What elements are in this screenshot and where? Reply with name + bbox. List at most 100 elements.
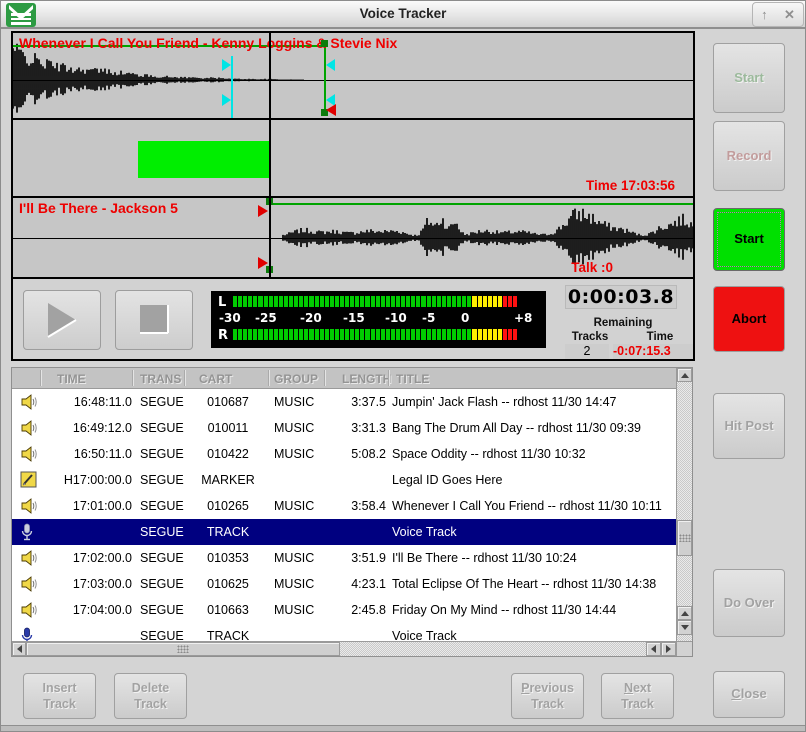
scroll-right-button[interactable] bbox=[661, 642, 676, 656]
remaining-tracks-label: Tracks bbox=[565, 331, 615, 343]
previous-track-button[interactable]: Previous Track bbox=[511, 673, 584, 719]
log-table: TIME TRANS CART GROUP LENGTH TITLE 16:48… bbox=[11, 367, 693, 657]
vu-segment bbox=[269, 329, 273, 340]
do-over-button[interactable]: Do Over bbox=[713, 569, 785, 637]
cell-title: Friday On My Mind -- rdhost 11/30 14:44 bbox=[392, 603, 616, 617]
right-arrow-icon bbox=[666, 645, 671, 653]
log-row[interactable]: 17:02:00.0SEGUE010353MUSIC3:51.9I'll Be … bbox=[12, 545, 676, 571]
track3-start-triangle-top[interactable] bbox=[258, 205, 268, 217]
vu-segment bbox=[279, 329, 283, 340]
track1-fade-triangle-top[interactable] bbox=[222, 59, 231, 71]
scroll-up-button[interactable] bbox=[677, 368, 692, 382]
hit-post-button[interactable]: Hit Post bbox=[713, 393, 785, 459]
log-row[interactable]: H17:00:00.0SEGUEMARKERLegal ID Goes Here bbox=[12, 467, 676, 493]
col-length[interactable]: LENGTH bbox=[342, 372, 391, 386]
cell-trans: SEGUE bbox=[140, 629, 184, 641]
cell-length: 2:45.8 bbox=[328, 603, 386, 617]
scroll-up-button2[interactable] bbox=[677, 606, 692, 620]
col-group[interactable]: GROUP bbox=[274, 372, 318, 386]
vu-segment bbox=[355, 329, 359, 340]
cell-trans: SEGUE bbox=[140, 577, 184, 591]
vu-segment bbox=[427, 296, 431, 307]
close-icon[interactable]: ✕ bbox=[784, 8, 795, 21]
vu-segment bbox=[325, 296, 329, 307]
track1-marker-handle-top[interactable] bbox=[321, 40, 328, 47]
cell-cart: 010265 bbox=[188, 499, 268, 513]
vu-segment bbox=[411, 296, 415, 307]
vu-segment bbox=[309, 296, 313, 307]
vu-segment bbox=[498, 329, 502, 340]
vu-segment bbox=[462, 296, 466, 307]
log-row[interactable]: 16:49:12.0SEGUE010011MUSIC3:31.3Bang The… bbox=[12, 415, 676, 441]
thumb-grip bbox=[679, 534, 691, 542]
vu-segment bbox=[355, 296, 359, 307]
cell-group: MUSIC bbox=[274, 499, 314, 513]
maximize-icon[interactable]: ↑ bbox=[761, 8, 768, 21]
vu-segment bbox=[330, 329, 334, 340]
hscroll-thumb[interactable] bbox=[26, 642, 340, 656]
insert-track-label2: Track bbox=[43, 696, 76, 712]
vu-segment bbox=[238, 296, 242, 307]
vertical-scrollbar[interactable] bbox=[676, 368, 692, 641]
start-button-disabled[interactable]: Start bbox=[713, 43, 785, 113]
delete-track-button[interactable]: Delete Track bbox=[114, 673, 187, 719]
playhead-cursor[interactable] bbox=[269, 33, 271, 279]
scroll-left-button2[interactable] bbox=[646, 642, 661, 656]
col-cart[interactable]: CART bbox=[199, 372, 232, 386]
vu-segment bbox=[304, 329, 308, 340]
col-trans[interactable]: TRANS bbox=[140, 372, 181, 386]
cell-title: Bang The Drum All Day -- rdhost 11/30 09… bbox=[392, 421, 641, 435]
track1-fade-line[interactable] bbox=[231, 56, 233, 118]
col-time[interactable]: TIME bbox=[57, 372, 86, 386]
track1-fade-triangle-bottom[interactable] bbox=[222, 94, 231, 106]
vu-segment bbox=[264, 296, 268, 307]
vu-segment bbox=[304, 296, 308, 307]
log-row[interactable]: 16:50:11.0SEGUE010422MUSIC5:08.2Space Od… bbox=[12, 441, 676, 467]
cell-group: MUSIC bbox=[274, 577, 314, 591]
cell-time: 16:50:11.0 bbox=[40, 447, 132, 461]
next-track-button[interactable]: Next Track bbox=[601, 673, 674, 719]
start-button-label: Start bbox=[734, 231, 764, 248]
vu-segment bbox=[279, 296, 283, 307]
vu-segment bbox=[386, 329, 390, 340]
log-row[interactable]: 17:01:00.0SEGUE010265MUSIC3:58.4Whenever… bbox=[12, 493, 676, 519]
track3-start-triangle-bottom[interactable] bbox=[258, 257, 268, 269]
cell-cart: 010687 bbox=[188, 395, 268, 409]
start-button-active[interactable]: Start bbox=[713, 208, 785, 271]
stop-button[interactable] bbox=[115, 290, 193, 350]
abort-button[interactable]: Abort bbox=[713, 286, 785, 352]
record-button[interactable]: Record bbox=[713, 121, 785, 191]
log-row[interactable]: SEGUETRACKVoice Track bbox=[12, 623, 676, 641]
vu-segment bbox=[452, 329, 456, 340]
voicetrack-region[interactable] bbox=[138, 141, 269, 178]
track1-fadeout-triangle-top[interactable] bbox=[326, 59, 335, 71]
log-row[interactable]: 17:04:00.0SEGUE010663MUSIC2:45.8Friday O… bbox=[12, 597, 676, 623]
vu-segment bbox=[294, 296, 298, 307]
vu-segment bbox=[289, 329, 293, 340]
vu-segment bbox=[442, 296, 446, 307]
vu-tick-label: -15 bbox=[343, 311, 365, 325]
scrollbar-corner bbox=[676, 641, 692, 656]
cell-cart: 010011 bbox=[188, 421, 268, 435]
vu-segment bbox=[258, 329, 262, 340]
log-row[interactable]: SEGUETRACKVoice Track bbox=[12, 519, 676, 545]
play-button[interactable] bbox=[23, 290, 101, 350]
vu-segment bbox=[421, 296, 425, 307]
vscroll-thumb[interactable] bbox=[677, 520, 692, 556]
scroll-down-button[interactable] bbox=[677, 620, 692, 635]
col-title[interactable]: TITLE bbox=[396, 372, 429, 386]
column-separator bbox=[388, 370, 389, 386]
track1-end-triangle[interactable] bbox=[326, 104, 336, 116]
log-row[interactable]: 16:48:11.0SEGUE010687MUSIC3:37.5Jumpin' … bbox=[12, 389, 676, 415]
vu-segment bbox=[401, 329, 405, 340]
log-row[interactable]: 17:03:00.0SEGUE010625MUSIC4:23.1Total Ec… bbox=[12, 571, 676, 597]
column-separator bbox=[268, 370, 269, 386]
vu-segment bbox=[432, 329, 436, 340]
horizontal-scrollbar[interactable] bbox=[12, 641, 676, 656]
cell-cart: MARKER bbox=[188, 473, 268, 487]
scroll-left-button[interactable] bbox=[12, 642, 26, 656]
cell-group: MUSIC bbox=[274, 447, 314, 461]
close-button[interactable]: Close bbox=[713, 671, 785, 718]
insert-track-button[interactable]: Insert Track bbox=[23, 673, 96, 719]
vu-segment bbox=[365, 329, 369, 340]
